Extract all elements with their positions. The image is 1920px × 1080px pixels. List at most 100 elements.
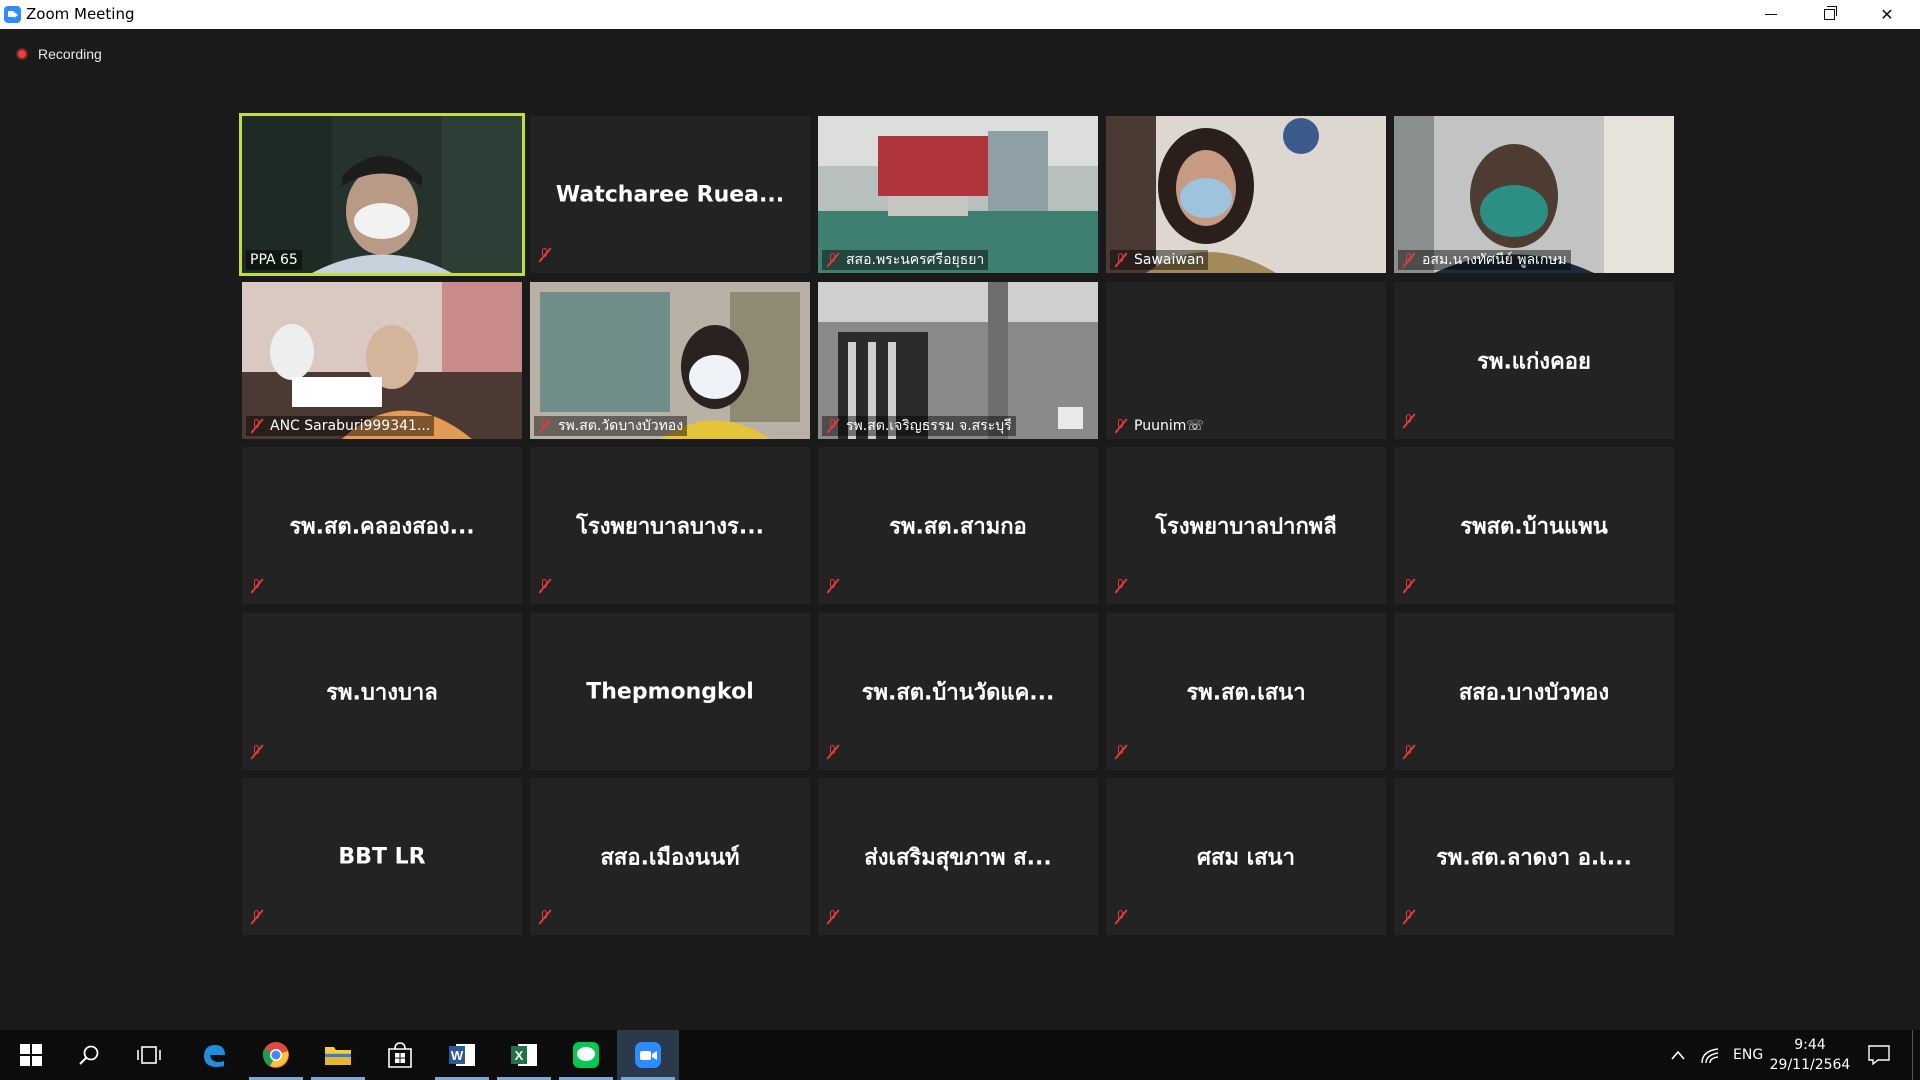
line-app[interactable] <box>555 1030 617 1080</box>
task-view-button[interactable] <box>118 1030 180 1080</box>
zoom-app-icon <box>4 6 21 23</box>
participant-tile[interactable]: รพ.สต.คลองสอง... <box>242 447 522 604</box>
participant-tile[interactable]: BBT LR <box>242 778 522 935</box>
participant-name-label: PPA 65 <box>246 250 302 270</box>
muted-microphone-icon <box>1402 744 1416 760</box>
window-title: Zoom Meeting <box>26 5 135 23</box>
participant-name: ศสม เสนา <box>1197 845 1295 870</box>
participant-name: ANC Saraburi999341... <box>270 418 431 434</box>
muted-microphone-icon <box>826 909 840 925</box>
participant-tile[interactable]: Watcharee Ruea... <box>530 116 810 273</box>
muted-microphone-icon <box>250 744 264 760</box>
language-indicator[interactable]: ENG <box>1733 1030 1763 1080</box>
edge-app[interactable] <box>183 1030 245 1080</box>
recording-label: Recording <box>38 46 102 62</box>
participant-name: Puunim☏ <box>1134 418 1204 434</box>
participant-tile[interactable]: รพ.สต.บ้านวัดแค... <box>818 613 1098 770</box>
participant-tile[interactable]: รพ.บางบาล <box>242 613 522 770</box>
title-bar: Zoom Meeting ✕ <box>0 0 1920 29</box>
zoom-app[interactable] <box>617 1030 679 1080</box>
participant-name: สสอ.เมืองนนท์ <box>600 845 740 870</box>
word-app[interactable]: W <box>431 1030 493 1080</box>
participant-name-label: รพ.สต.วัดบางบัวทอง <box>534 416 688 436</box>
action-center-button[interactable] <box>1868 1030 1890 1080</box>
muted-microphone-icon <box>1402 252 1416 268</box>
chrome-app[interactable] <box>245 1030 307 1080</box>
participant-tile[interactable]: ศสม เสนา <box>1106 778 1386 935</box>
muted-microphone-icon <box>538 247 552 263</box>
muted-microphone-icon <box>250 578 264 594</box>
chrome-icon <box>262 1042 289 1068</box>
network-button[interactable] <box>1700 1030 1720 1080</box>
windows-start-icon <box>20 1044 42 1066</box>
participant-name: รพ.สต.คลองสอง... <box>289 514 475 539</box>
svg-text:X: X <box>515 1048 524 1063</box>
participant-name-label: Puunim☏ <box>1110 416 1208 436</box>
participant-tile[interactable]: Sawaiwan <box>1106 116 1386 273</box>
task-view-icon <box>137 1046 161 1064</box>
participant-name-label: รพ.สต.เจริญธรรม จ.สระบุรี <box>822 416 1016 436</box>
start-button[interactable] <box>0 1030 62 1080</box>
participant-tile[interactable]: รพ.สต.สามกอ <box>818 447 1098 604</box>
participant-name: รพ.สต.เจริญธรรม จ.สระบุรี <box>846 418 1012 434</box>
store-app[interactable] <box>369 1030 431 1080</box>
participant-tile[interactable]: Thepmongkol <box>530 613 810 770</box>
muted-microphone-icon <box>1114 418 1128 434</box>
wifi-icon <box>1701 1048 1719 1064</box>
participant-tile[interactable]: สสอ.พระนครศรีอยุธยา <box>818 116 1098 273</box>
excel-icon: X <box>511 1044 537 1066</box>
participant-name: รพ.บางบาล <box>326 680 438 705</box>
participant-name: Sawaiwan <box>1134 252 1205 268</box>
search-button[interactable] <box>58 1030 120 1080</box>
restore-button[interactable] <box>1800 0 1858 29</box>
participant-name: รพ.สต.ลาดงา อ.เ... <box>1436 845 1632 870</box>
close-button[interactable]: ✕ <box>1858 0 1916 29</box>
muted-microphone-icon <box>1402 413 1416 429</box>
participant-name-label: สสอ.พระนครศรีอยุธยา <box>822 250 989 270</box>
taskbar-clock[interactable]: 9:44 29/11/2564 <box>1760 1035 1860 1075</box>
participant-tile[interactable]: PPA 65 <box>239 113 525 276</box>
file-explorer-app[interactable] <box>307 1030 369 1080</box>
participant-name: PPA 65 <box>250 252 298 268</box>
close-icon: ✕ <box>1880 5 1894 24</box>
recording-dot-icon <box>16 48 28 60</box>
participant-name: รพ.สต.สามกอ <box>889 514 1027 539</box>
participant-name: BBT LR <box>338 844 426 869</box>
muted-microphone-icon <box>826 418 840 434</box>
minimize-button[interactable] <box>1742 0 1800 29</box>
participant-tile[interactable]: สสอ.บางบัวทอง <box>1394 613 1674 770</box>
search-icon <box>79 1045 99 1065</box>
participant-tile[interactable]: โรงพยาบาลปากพลี <box>1106 447 1386 604</box>
participant-tile[interactable]: ส่งเสริมสุขภาพ ส... <box>818 778 1098 935</box>
windows-taskbar: W X ENG 9:44 29/11/2564 <box>0 1030 1920 1080</box>
recording-indicator[interactable]: Recording <box>16 46 102 62</box>
participant-tile[interactable]: รพ.แก่งคอย <box>1394 282 1674 439</box>
participant-tile[interactable]: โรงพยาบาลบางร... <box>530 447 810 604</box>
participant-tile[interactable]: รพ.สต.วัดบางบัวทอง <box>530 282 810 439</box>
muted-microphone-icon <box>538 578 552 594</box>
participant-tile[interactable]: อสม.นางทัศนีย์ พูลเกษม <box>1394 116 1674 273</box>
participant-name: อสม.นางทัศนีย์ พูลเกษม <box>1422 252 1567 268</box>
muted-microphone-icon <box>826 252 840 268</box>
muted-microphone-icon <box>1402 909 1416 925</box>
participant-name: สสอ.พระนครศรีอยุธยา <box>846 252 985 268</box>
participant-tile[interactable]: รพ.สต.ลาดงา อ.เ... <box>1394 778 1674 935</box>
clock-time: 9:44 <box>1794 1037 1826 1053</box>
muted-microphone-icon <box>826 578 840 594</box>
participant-name: ส่งเสริมสุขภาพ ส... <box>864 845 1052 870</box>
participant-tile[interactable]: ANC Saraburi999341... <box>242 282 522 439</box>
participant-tile[interactable]: Puunim☏ <box>1106 282 1386 439</box>
participant-name-label: อสม.นางทัศนีย์ พูลเกษม <box>1398 250 1571 270</box>
gallery-view-grid: PPA 65 Watcharee Ruea... สสอ.พระนครศรีอย… <box>239 113 1676 940</box>
clock-date: 29/11/2564 <box>1769 1057 1851 1073</box>
show-hidden-icons-button[interactable] <box>1670 1030 1686 1080</box>
participant-tile[interactable]: รพ.สต.เจริญธรรม จ.สระบุรี <box>818 282 1098 439</box>
participant-tile[interactable]: สสอ.เมืองนนท์ <box>530 778 810 935</box>
excel-app[interactable]: X <box>493 1030 555 1080</box>
participant-tile[interactable]: รพสต.บ้านแพน <box>1394 447 1674 604</box>
minimize-icon <box>1765 14 1777 15</box>
zoom-icon <box>635 1042 661 1068</box>
svg-text:W: W <box>451 1048 464 1063</box>
participant-tile[interactable]: รพ.สต.เสนา <box>1106 613 1386 770</box>
show-desktop-button[interactable] <box>1912 1030 1920 1080</box>
